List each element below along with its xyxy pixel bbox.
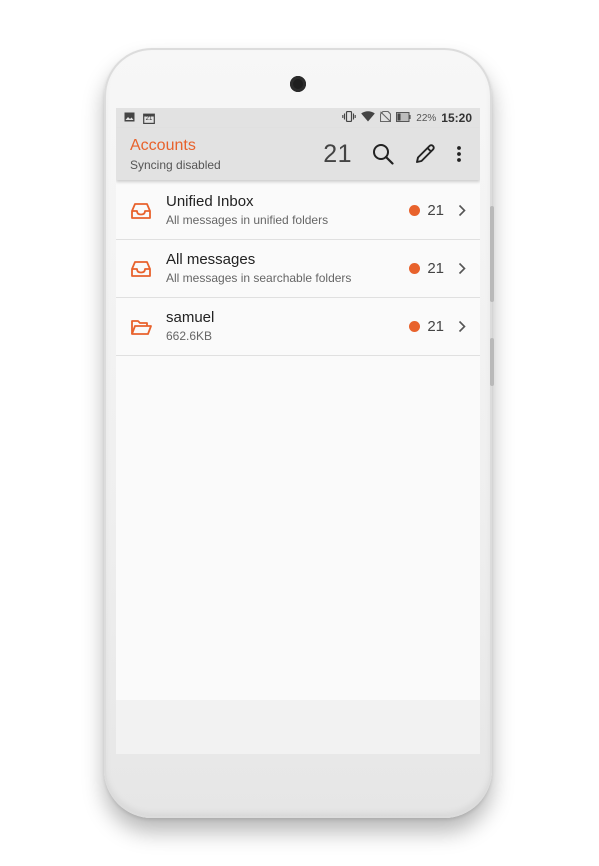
folder-open-icon	[130, 316, 152, 338]
unread-total-count: 21	[323, 139, 352, 168]
page-subtitle: Syncing disabled	[130, 157, 221, 172]
stage: 21 22% 15:20 Accounts Syncing disabled 2…	[0, 0, 599, 866]
battery-icon	[396, 111, 411, 125]
account-subtitle: All messages in searchable folders	[166, 271, 352, 285]
account-title: All messages	[166, 251, 256, 268]
account-row-samuel[interactable]: samuel 662.6KB 21	[116, 298, 480, 356]
more-options-button[interactable]	[452, 141, 466, 167]
front-camera	[290, 76, 306, 92]
account-subtitle: All messages in unified folders	[166, 213, 329, 227]
chevron-right-icon	[458, 262, 468, 276]
battery-percent: 22%	[416, 112, 437, 124]
calendar-icon: 21	[143, 113, 155, 124]
account-list: Unified Inbox All messages in unified fo…	[116, 182, 480, 356]
account-title: Unified Inbox	[166, 193, 254, 210]
wifi-icon	[361, 111, 376, 125]
unread-count: 21	[427, 318, 444, 335]
toolbar-titles: Accounts Syncing disabled	[130, 136, 221, 173]
unread-count: 21	[427, 260, 444, 277]
unread-count: 21	[427, 202, 444, 219]
more-vert-icon	[457, 146, 461, 162]
page-title: Accounts	[130, 136, 196, 154]
screen: 21 22% 15:20 Accounts Syncing disabled 2…	[116, 108, 480, 754]
inbox-icon	[130, 200, 152, 222]
navigation-bar	[116, 700, 480, 754]
account-size: 662.6KB	[166, 329, 213, 343]
calendar-day: 21	[145, 115, 153, 122]
no-sim-icon	[380, 110, 392, 125]
vibrate-icon	[342, 110, 357, 125]
status-time: 15:20	[441, 111, 472, 125]
status-bar: 21 22% 15:20	[116, 108, 480, 128]
account-row-unified-inbox[interactable]: Unified Inbox All messages in unified fo…	[116, 182, 480, 240]
phone-frame: 21 22% 15:20 Accounts Syncing disabled 2…	[104, 48, 494, 818]
unread-dot	[409, 205, 421, 216]
chevron-right-icon	[458, 204, 468, 218]
inbox-icon	[130, 258, 152, 280]
compose-icon	[416, 144, 435, 163]
app-toolbar: Accounts Syncing disabled 21	[116, 128, 480, 180]
unread-dot	[409, 263, 421, 274]
account-title: samuel	[166, 309, 215, 326]
chevron-right-icon	[458, 320, 468, 334]
search-icon	[373, 144, 394, 165]
toolbar-actions: 21	[323, 140, 466, 169]
compose-button[interactable]	[412, 141, 438, 167]
power-button	[490, 338, 494, 386]
search-button[interactable]	[370, 141, 396, 167]
unread-dot	[409, 321, 421, 332]
image-icon	[124, 112, 135, 125]
volume-button	[490, 206, 494, 302]
account-row-all-messages[interactable]: All messages All messages in searchable …	[116, 240, 480, 298]
